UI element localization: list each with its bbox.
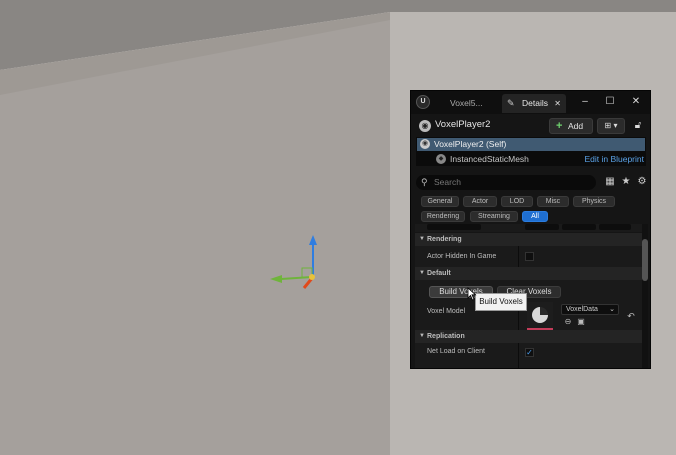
property-label: Net Load on Client — [427, 348, 485, 355]
properties-scrollbar[interactable] — [642, 224, 648, 368]
mouse-cursor-icon — [467, 287, 477, 301]
plus-icon: + — [556, 120, 563, 132]
maximize-button[interactable]: ☐ — [602, 94, 618, 110]
column-divider — [518, 246, 519, 267]
minimize-button[interactable]: – — [577, 94, 593, 110]
window-close-button[interactable]: ✕ — [628, 94, 644, 110]
favorites-star-icon[interactable]: ★ — [620, 176, 632, 188]
actor-name: VoxelPlayer2 — [435, 119, 491, 130]
search-icon: ⚲ — [421, 177, 428, 187]
property-actor-hidden-in-game: Actor Hidden In Game — [415, 246, 642, 267]
filter-actor[interactable]: Actor — [463, 196, 497, 207]
filter-lod[interactable]: LOD — [501, 196, 533, 207]
filter-misc[interactable]: Misc — [537, 196, 569, 207]
filter-general[interactable]: General — [421, 196, 459, 207]
gizmo-center[interactable] — [309, 274, 315, 280]
search-input[interactable]: ⚲ Search — [416, 175, 596, 190]
use-selected-asset-icon[interactable]: ⊖ — [563, 317, 573, 327]
net-load-on-client-checkbox[interactable]: ✓ — [525, 348, 534, 357]
filter-rendering[interactable]: Rendering — [421, 211, 465, 222]
panel-titlebar[interactable]: U Voxel5... ✎ Details ✕ – ☐ ✕ — [411, 91, 650, 114]
voxel-model-dropdown[interactable]: VoxelData ⌄ — [561, 304, 619, 315]
category-replication-label: Replication — [427, 333, 465, 340]
voxel-model-value: VoxelData — [566, 306, 598, 313]
category-replication[interactable]: ▼ Replication — [415, 330, 642, 343]
scrollbar-thumb[interactable] — [642, 239, 648, 281]
category-rendering[interactable]: ▼ Rendering — [415, 233, 642, 246]
voxel-model-thumbnail[interactable] — [527, 302, 553, 330]
details-panel: U Voxel5... ✎ Details ✕ – ☐ ✕ ◉ VoxelPla… — [410, 90, 651, 369]
tab-details-label: Details — [522, 98, 548, 108]
blueprint-options-icon: ⊞ ▾ — [604, 121, 618, 130]
search-placeholder: Search — [434, 177, 461, 187]
column-divider — [518, 343, 519, 368]
clipped-field — [427, 224, 481, 230]
filter-all[interactable]: All — [522, 211, 548, 222]
clipped-field — [525, 224, 559, 230]
collapse-triangle-icon: ▼ — [419, 236, 425, 242]
category-rendering-label: Rendering — [427, 236, 462, 243]
tab-details[interactable]: ✎ Details ✕ — [502, 94, 566, 113]
settings-gear-icon[interactable]: ⚙ — [636, 176, 648, 188]
tree-item-mesh-label: InstancedStaticMesh — [450, 154, 529, 164]
property-label: Actor Hidden In Game — [427, 253, 497, 260]
mesh-component-icon: ◆ — [436, 154, 446, 164]
tab-voxel[interactable]: Voxel5... — [438, 94, 498, 113]
collapse-triangle-icon: ▼ — [419, 270, 425, 276]
lock-icon[interactable]: 🔓︎ — [631, 119, 645, 133]
tree-item-instanced-mesh[interactable]: ◆ InstancedStaticMesh Edit in Blueprint — [416, 152, 646, 166]
collapse-triangle-icon: ▼ — [419, 333, 425, 339]
properties-list[interactable]: ▼ Rendering Actor Hidden In Game ▼ Defau… — [415, 224, 642, 368]
add-component-button[interactable]: + Add — [549, 118, 593, 134]
voxel-model-label: Voxel Model — [427, 308, 466, 315]
filter-streaming[interactable]: Streaming — [470, 211, 518, 222]
add-label: Add — [568, 121, 584, 131]
property-net-load-on-client: Net Load on Client ✓ — [415, 343, 642, 368]
clipped-field — [562, 224, 596, 230]
actor-icon: ◉ — [419, 120, 431, 132]
tooltip: Build Voxels — [475, 293, 527, 311]
actor-component-icon: ◉ — [420, 139, 430, 149]
asset-thumbnail-icon — [532, 307, 548, 323]
filter-physics[interactable]: Physics — [573, 196, 615, 207]
blueprint-options-button[interactable]: ⊞ ▾ — [597, 118, 625, 134]
category-default[interactable]: ▼ Default — [415, 267, 642, 280]
component-tree: ◉ VoxelPlayer2 (Self) ◆ InstancedStaticM… — [416, 137, 646, 166]
clipped-field — [599, 224, 631, 230]
tree-item-root[interactable]: ◉ VoxelPlayer2 (Self) — [417, 138, 645, 151]
tab-close-icon[interactable]: ✕ — [554, 94, 561, 113]
actor-hidden-checkbox[interactable] — [525, 252, 534, 261]
property-matrix-icon[interactable]: ▦ — [604, 176, 616, 188]
reset-to-default-icon[interactable]: ↶ — [626, 311, 636, 321]
edit-in-blueprint-link[interactable]: Edit in Blueprint — [584, 152, 644, 166]
actor-header: ◉ VoxelPlayer2 + Add ⊞ ▾ 🔓︎ — [411, 116, 650, 136]
pencil-icon: ✎ — [507, 98, 515, 108]
ue-logo-icon: U — [416, 95, 430, 109]
category-default-label: Default — [427, 270, 451, 277]
tree-item-root-label: VoxelPlayer2 (Self) — [434, 139, 507, 149]
chevron-down-icon: ⌄ — [609, 306, 615, 313]
browse-asset-icon[interactable]: ▣ — [576, 317, 586, 327]
clipped-property-row — [415, 224, 642, 232]
